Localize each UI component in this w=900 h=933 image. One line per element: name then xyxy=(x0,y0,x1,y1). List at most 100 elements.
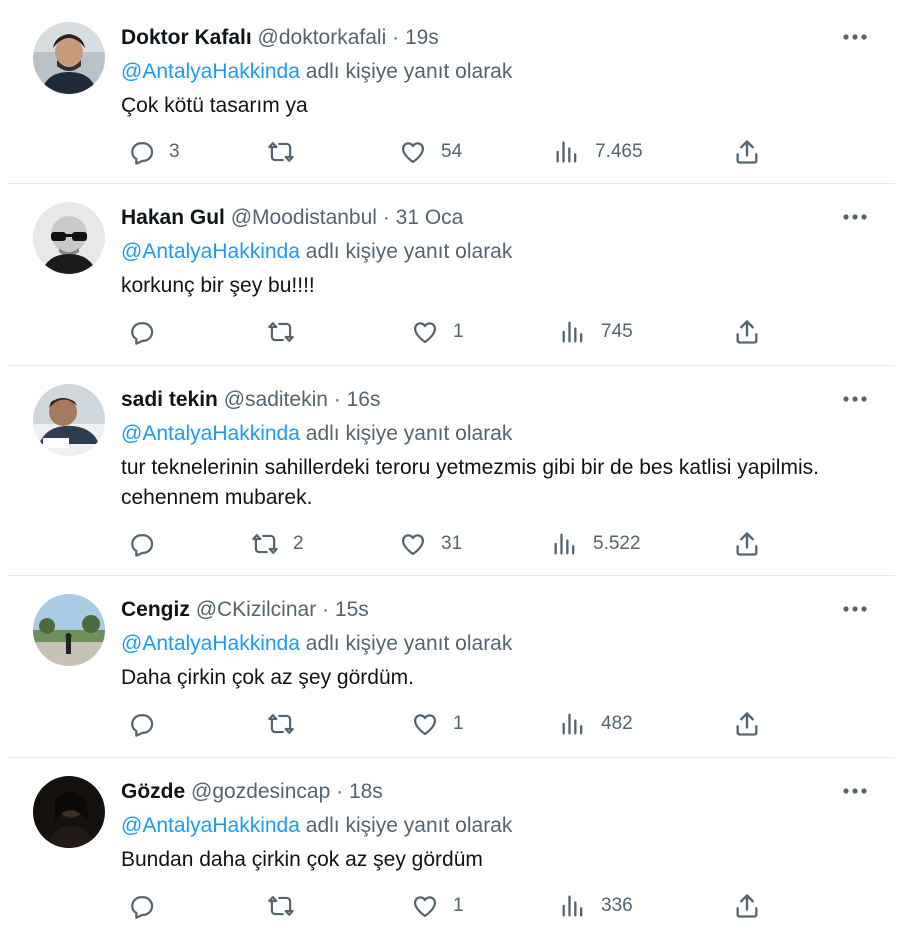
reply-icon xyxy=(131,714,154,737)
tweet-text: korkunç bir şey bu!!!! xyxy=(121,274,315,297)
avatar[interactable] xyxy=(33,22,105,94)
views-button[interactable]: 336 xyxy=(559,888,633,924)
retweet-button[interactable]: 2 xyxy=(251,526,304,562)
like-icon xyxy=(413,896,437,918)
timestamp[interactable]: 16s xyxy=(347,388,381,411)
reply-button[interactable] xyxy=(127,888,169,924)
reply-icon xyxy=(131,322,154,345)
tweet[interactable]: Hakan Gul @Moodistanbul · 31 Oca @Antaly… xyxy=(7,184,895,366)
display-name[interactable]: Gözde xyxy=(121,780,185,803)
more-button[interactable] xyxy=(837,776,873,806)
share-icon xyxy=(736,532,758,556)
views-button[interactable]: 482 xyxy=(559,706,633,742)
tweet-text: Bundan daha çirkin çok az şey gördüm xyxy=(121,848,483,871)
retweet-button[interactable] xyxy=(267,134,309,170)
user-handle[interactable]: @gozdesincap xyxy=(191,780,330,803)
views-icon xyxy=(554,533,575,555)
mention-link[interactable]: @AntalyaHakkinda xyxy=(121,632,300,655)
reply-button[interactable] xyxy=(127,526,169,562)
tweet-header: Cengiz @CKizilcinar · 15s xyxy=(121,596,369,624)
timestamp[interactable]: 15s xyxy=(335,598,369,621)
timestamp[interactable]: 18s xyxy=(349,780,383,803)
reply-icon xyxy=(131,896,154,919)
retweet-icon xyxy=(268,142,294,162)
views-count: 482 xyxy=(601,713,633,734)
avatar[interactable] xyxy=(33,202,105,274)
timestamp[interactable]: 19s xyxy=(405,26,439,49)
reply-button[interactable]: 3 xyxy=(127,134,180,170)
like-count: 1 xyxy=(453,321,464,342)
separator: · xyxy=(333,388,341,411)
share-button[interactable] xyxy=(733,314,761,350)
avatar[interactable] xyxy=(33,776,105,848)
retweet-button[interactable] xyxy=(267,314,309,350)
like-button[interactable]: 54 xyxy=(399,134,462,170)
like-button[interactable]: 1 xyxy=(411,314,464,350)
display-name[interactable]: Hakan Gul xyxy=(121,206,225,229)
more-icon xyxy=(843,34,867,40)
views-button[interactable]: 7.465 xyxy=(553,134,643,170)
more-button[interactable] xyxy=(837,202,873,232)
tweet[interactable]: Gözde @gozdesincap · 18s @AntalyaHakkind… xyxy=(7,758,895,933)
display-name[interactable]: sadi tekin xyxy=(121,388,218,411)
like-button[interactable]: 1 xyxy=(411,888,464,924)
action-bar: 1 745 xyxy=(121,314,781,350)
more-button[interactable] xyxy=(837,22,873,52)
timestamp[interactable]: 31 Oca xyxy=(396,206,464,229)
share-button[interactable] xyxy=(733,134,761,170)
avatar[interactable] xyxy=(33,384,105,456)
tweet-header: Hakan Gul @Moodistanbul · 31 Oca xyxy=(121,204,463,232)
reply-feed: Doktor Kafalı @doktorkafali · 19s @Antal… xyxy=(0,0,900,933)
views-button[interactable]: 745 xyxy=(559,314,633,350)
more-icon xyxy=(843,396,867,402)
mention-link[interactable]: @AntalyaHakkinda xyxy=(121,60,300,83)
user-handle[interactable]: @doktorkafali xyxy=(258,26,387,49)
share-button[interactable] xyxy=(733,526,761,562)
user-handle[interactable]: @Moodistanbul xyxy=(231,206,377,229)
share-button[interactable] xyxy=(733,706,761,742)
like-button[interactable]: 31 xyxy=(399,526,462,562)
more-icon xyxy=(843,214,867,220)
tweet[interactable]: Doktor Kafalı @doktorkafali · 19s @Antal… xyxy=(7,4,895,184)
tweet-text: Çok kötü tasarım ya xyxy=(121,94,308,117)
retweet-count: 2 xyxy=(293,533,304,554)
reply-button[interactable] xyxy=(127,706,169,742)
like-icon xyxy=(413,322,437,344)
retweet-button[interactable] xyxy=(267,706,309,742)
reply-context: @AntalyaHakkinda adlı kişiye yanıt olara… xyxy=(121,238,512,266)
more-button[interactable] xyxy=(837,384,873,414)
action-bar: 2 31 5.522 xyxy=(121,526,781,562)
mention-link[interactable]: @AntalyaHakkinda xyxy=(121,422,300,445)
mention-link[interactable]: @AntalyaHakkinda xyxy=(121,240,300,263)
reply-context: @AntalyaHakkinda adlı kişiye yanıt olara… xyxy=(121,58,512,86)
reply-context: @AntalyaHakkinda adlı kişiye yanıt olara… xyxy=(121,630,512,658)
views-icon xyxy=(556,141,577,163)
like-button[interactable]: 1 xyxy=(411,706,464,742)
display-name[interactable]: Cengiz xyxy=(121,598,190,621)
like-icon xyxy=(401,142,425,164)
tweet-header: Gözde @gozdesincap · 18s xyxy=(121,778,383,806)
like-count: 31 xyxy=(441,533,463,554)
retweet-icon xyxy=(268,322,294,342)
mention-link[interactable]: @AntalyaHakkinda xyxy=(121,814,300,837)
separator: · xyxy=(382,206,390,229)
display-name[interactable]: Doktor Kafalı xyxy=(121,26,252,49)
like-count: 1 xyxy=(453,713,464,734)
retweet-button[interactable] xyxy=(267,888,309,924)
tweet[interactable]: Cengiz @CKizilcinar · 15s @AntalyaHakkin… xyxy=(7,576,895,758)
share-button[interactable] xyxy=(733,888,761,924)
reply-icon xyxy=(131,534,154,557)
reply-context: @AntalyaHakkinda adlı kişiye yanıt olara… xyxy=(121,812,512,840)
views-button[interactable]: 5.522 xyxy=(551,526,641,562)
avatar[interactable] xyxy=(33,594,105,666)
retweet-icon xyxy=(268,714,294,734)
user-handle[interactable]: @CKizilcinar xyxy=(196,598,317,621)
reply-prefix: adlı kişiye yanıt olarak xyxy=(305,814,513,837)
more-button[interactable] xyxy=(837,594,873,624)
tweet[interactable]: sadi tekin @saditekin · 16s @AntalyaHakk… xyxy=(7,366,895,576)
share-icon xyxy=(736,140,758,164)
reply-button[interactable] xyxy=(127,314,169,350)
reply-prefix: adlı kişiye yanıt olarak xyxy=(305,60,513,83)
views-icon xyxy=(562,321,583,343)
user-handle[interactable]: @saditekin xyxy=(224,388,328,411)
